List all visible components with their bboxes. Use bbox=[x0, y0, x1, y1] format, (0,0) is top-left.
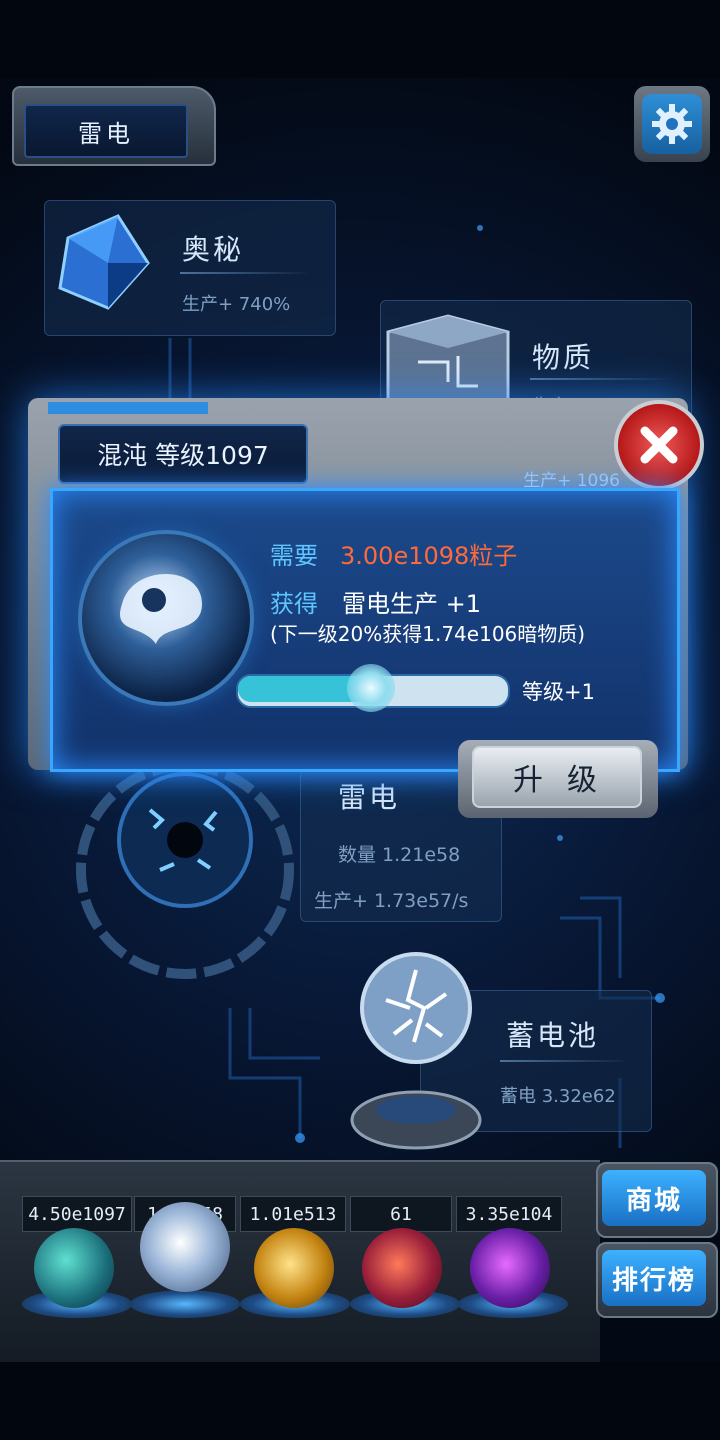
dialog-title: 混沌 等级1097 bbox=[58, 424, 308, 484]
settings-button[interactable] bbox=[642, 94, 702, 154]
divider bbox=[500, 1060, 630, 1062]
next-level-note: (下一级20%获得1.74e106暗物质) bbox=[270, 622, 586, 646]
shop-button[interactable]: 商城 bbox=[602, 1170, 706, 1226]
gear-icon bbox=[652, 104, 692, 144]
close-button[interactable] bbox=[614, 400, 704, 490]
divider bbox=[530, 378, 670, 380]
need-value: 3.00e1098粒子 bbox=[340, 542, 518, 570]
thunder-orb-icon[interactable] bbox=[140, 1202, 230, 1292]
upgrade-button[interactable]: 升级 bbox=[472, 746, 642, 808]
thunder-ring-icon bbox=[40, 760, 330, 980]
ranking-button[interactable]: 排行榜 bbox=[602, 1250, 706, 1306]
gain-value: 雷电生产 +1 bbox=[342, 590, 482, 618]
dialog-accent-strip bbox=[48, 402, 208, 414]
resource-counter: 1.01e513 bbox=[240, 1196, 346, 1232]
matter-cube-icon bbox=[378, 312, 518, 410]
mystery-stat: 生产+ 740% bbox=[182, 294, 291, 315]
brain-orb-icon[interactable] bbox=[362, 1228, 442, 1308]
thunder-title: 雷电 bbox=[338, 781, 401, 814]
fire-orb-icon[interactable] bbox=[254, 1228, 334, 1308]
chaos-orb-icon bbox=[78, 530, 254, 706]
need-label: 需要 bbox=[270, 542, 318, 570]
slot-base bbox=[130, 1290, 240, 1318]
mode-tab[interactable]: 雷电 bbox=[24, 104, 188, 158]
battery-title: 蓄电池 bbox=[506, 1019, 600, 1052]
matter-title: 物质 bbox=[532, 341, 595, 374]
battery-orb-icon bbox=[346, 950, 486, 1160]
divider bbox=[180, 272, 310, 274]
resource-counter: 3.35e104 bbox=[456, 1196, 562, 1232]
thunder-stat: 生产+ 1.73e57/s bbox=[314, 890, 469, 912]
level-slider-thumb[interactable] bbox=[347, 664, 395, 712]
bottom-strip bbox=[0, 1362, 720, 1440]
resource-counter: 61 bbox=[350, 1196, 452, 1232]
particle-orb-icon[interactable] bbox=[34, 1228, 114, 1308]
resource-counter: 4.50e1097 bbox=[22, 1196, 132, 1232]
gain-label: 获得 bbox=[270, 590, 318, 618]
level-increment-label: 等级+1 bbox=[522, 680, 595, 704]
battery-stat: 蓄电 3.32e62 bbox=[500, 1086, 616, 1107]
close-icon bbox=[640, 426, 678, 464]
vortex-orb-icon[interactable] bbox=[470, 1228, 550, 1308]
mystery-crystal-icon bbox=[48, 208, 158, 318]
thunder-count: 数量 1.21e58 bbox=[338, 844, 461, 866]
top-strip bbox=[0, 0, 720, 78]
dialog-production: 生产+ 1096 bbox=[523, 471, 620, 491]
mystery-title: 奥秘 bbox=[182, 233, 245, 266]
